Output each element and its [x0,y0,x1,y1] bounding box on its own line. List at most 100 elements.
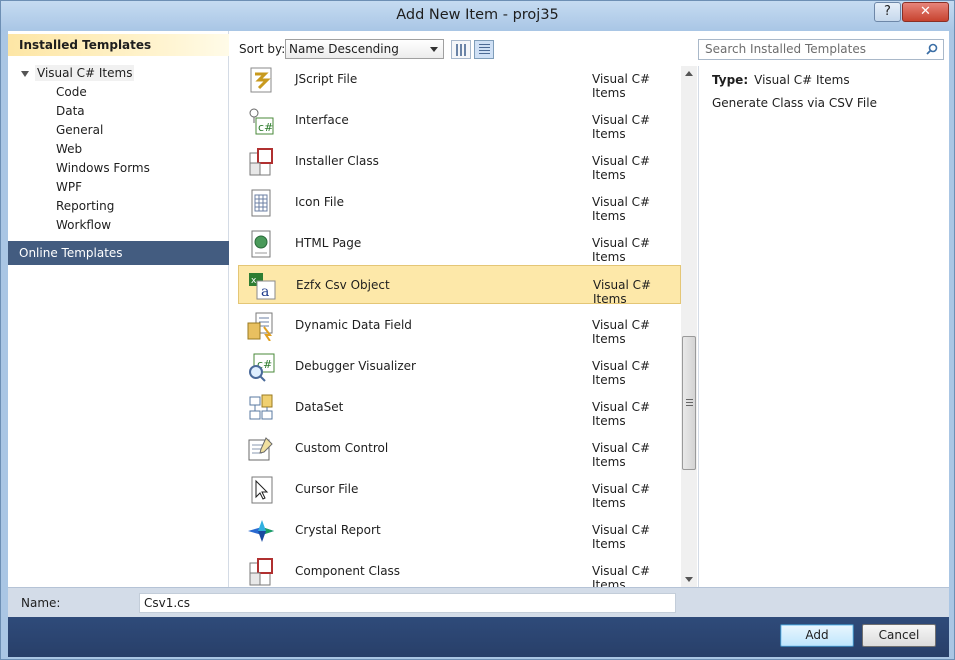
item-name: HTML Page [295,236,362,250]
tree-item-data[interactable]: Data [56,102,85,121]
online-templates-header[interactable]: Online Templates [8,241,229,265]
dynamic-data-icon [247,312,273,341]
tree-item-web[interactable]: Web [56,140,82,159]
item-category: Visual C# Items [592,154,651,182]
tree-item-code[interactable]: Code [56,83,87,102]
tree-item-windows-forms[interactable]: Windows Forms [56,159,150,178]
add-button[interactable]: Add [780,624,854,647]
type-value: Visual C# Items [754,73,850,87]
svg-text:c#: c# [258,121,273,134]
item-name: Custom Control [295,441,389,455]
list-item[interactable]: c# Interface Visual C# Items [238,101,681,141]
debugger-visualizer-icon: c# [249,353,275,382]
item-category: Visual C# Items [592,359,651,387]
list-item[interactable]: DataSet Visual C# Items [238,388,681,428]
scrollbar-thumb[interactable] [682,336,696,470]
item-name: Dynamic Data Field [295,318,412,332]
grid-view-icon [456,44,467,56]
dialog-footer: Add Cancel [8,617,949,657]
search-icon[interactable] [926,43,938,55]
name-row: Name: Csv1.cs [8,587,949,617]
crystal-report-icon [248,520,274,542]
type-line: Type: Visual C# Items [712,73,850,87]
close-button[interactable]: ✕ [902,2,949,22]
svg-text:x: x [251,276,257,286]
item-name: Component Class [295,564,401,578]
list-item[interactable]: JScript File Visual C# Items [238,66,681,100]
html-page-icon [251,230,271,258]
item-name: Cursor File [295,482,359,496]
custom-control-icon [248,437,273,461]
item-name: Icon File [295,195,344,209]
item-category: Visual C# Items [592,523,651,551]
list-item[interactable]: Cursor File Visual C# Items [238,470,681,510]
item-category: Visual C# Items [592,113,651,141]
tree-item-general[interactable]: General [56,121,103,140]
add-new-item-dialog: Add New Item - proj35 ? ✕ Installed Temp… [0,0,955,660]
medium-icons-view-button[interactable] [451,40,471,59]
name-field[interactable]: Csv1.cs [139,593,676,613]
item-category: Visual C# Items [592,482,651,510]
csv-object-icon: xa [249,273,276,300]
item-name: Interface [295,113,349,127]
cursor-file-icon [251,476,273,504]
list-scrollbar[interactable] [681,66,697,587]
item-name: Installer Class [295,154,379,168]
list-item[interactable]: Crystal Report Visual C# Items [238,511,681,551]
item-category: Visual C# Items [593,278,652,306]
tree-root-label: Visual C# Items [35,65,135,81]
grip-icon [686,399,693,406]
list-item[interactable]: Custom Control Visual C# Items [238,429,681,469]
installer-class-icon [249,148,273,176]
sort-by-label: Sort by: [239,42,286,56]
installed-templates-header[interactable]: Installed Templates [8,34,229,56]
list-item[interactable]: c# Debugger Visualizer Visual C# Items [238,347,681,387]
jscript-icon [250,67,272,93]
item-category: Visual C# Items [592,318,651,346]
details-view-button[interactable] [474,40,494,59]
list-item[interactable]: HTML Page Visual C# Items [238,224,681,264]
sort-by-dropdown[interactable]: Name Descending [285,39,444,59]
item-category: Visual C# Items [592,236,651,264]
list-item[interactable]: Installer Class Visual C# Items [238,142,681,182]
cancel-button[interactable]: Cancel [862,624,936,647]
dataset-icon [249,394,273,420]
item-name: JScript File [295,72,358,86]
item-name: Ezfx Csv Object [296,278,390,292]
help-button[interactable]: ? [874,2,901,22]
item-category: Visual C# Items [592,400,651,428]
tree-item-visual-csharp[interactable]: Visual C# Items [21,64,135,83]
window-title: Add New Item - proj35 [396,7,559,23]
search-input[interactable]: Search Installed Templates [698,39,944,60]
search-placeholder: Search Installed Templates [705,42,866,56]
svg-text:a: a [261,284,269,300]
list-item[interactable]: Component Class Visual C# Items [238,552,681,587]
item-category: Visual C# Items [592,564,651,587]
scroll-down-arrow-icon[interactable] [685,577,693,582]
tree-item-wpf[interactable]: WPF [56,178,82,197]
sort-by-value: Name Descending [289,42,399,56]
type-label: Type: [712,73,749,87]
dialog-content: Installed Templates Visual C# Items Code… [8,31,949,617]
list-item[interactable]: Dynamic Data Field Visual C# Items [238,306,681,346]
tree-item-reporting[interactable]: Reporting [56,197,114,216]
item-name: DataSet [295,400,344,414]
item-name: Debugger Visualizer [295,359,416,373]
item-category: Visual C# Items [592,441,651,469]
list-view-icon [479,44,490,56]
expand-triangle-icon[interactable] [21,70,29,77]
tree-item-workflow[interactable]: Workflow [56,216,111,235]
template-list: JScript File Visual C# Items c# Interfac… [234,66,697,587]
component-class-icon [249,558,273,586]
item-category: Visual C# Items [592,72,651,100]
item-name: Crystal Report [295,523,381,537]
item-category: Visual C# Items [592,195,651,223]
template-description: Generate Class via CSV File [712,96,877,110]
list-item[interactable]: xa Ezfx Csv Object Visual C# Items [238,265,681,306]
scroll-up-arrow-icon[interactable] [685,71,693,76]
details-pane: Type: Visual C# Items Generate Class via … [698,66,949,587]
title-bar: Add New Item - proj35 ? ✕ [1,1,954,31]
chevron-down-icon [430,47,438,52]
name-label: Name: [21,596,61,610]
list-item[interactable]: Icon File Visual C# Items [238,183,681,223]
